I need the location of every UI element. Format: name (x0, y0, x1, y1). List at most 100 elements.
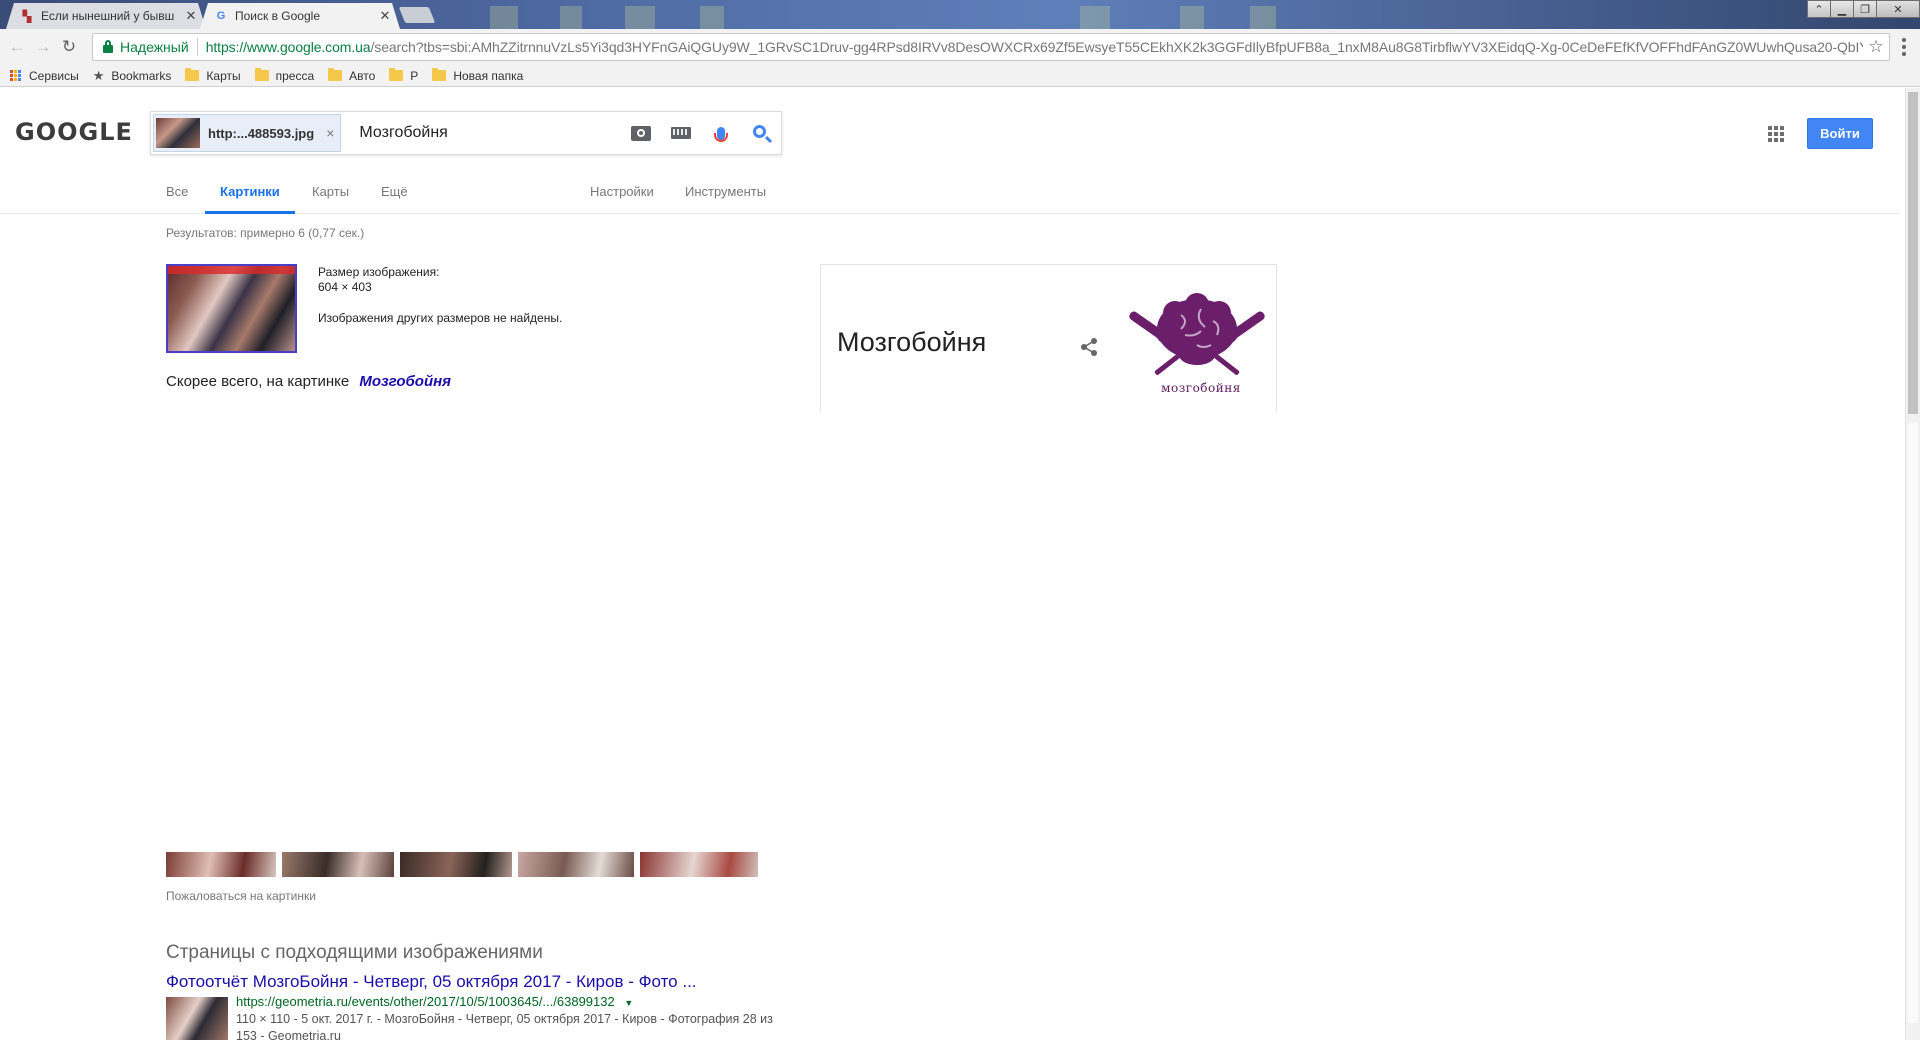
back-arrow-icon[interactable]: ← (4, 34, 30, 60)
folder-icon (254, 68, 269, 81)
bookmark-label: Bookmarks (111, 68, 172, 83)
best-guess-link[interactable]: Мозгобойня (359, 373, 451, 390)
search-image-chip[interactable]: http:...488593.jpg × (153, 114, 342, 152)
google-logo[interactable]: GOOGLE (15, 118, 133, 146)
tab-maps[interactable]: Карты (312, 174, 349, 214)
new-tab-button[interactable] (398, 7, 436, 23)
page-scrollbar[interactable] (1905, 88, 1920, 1040)
bookmark-folder[interactable]: Авто (328, 68, 376, 83)
bookmark-apps[interactable]: Сервисы (10, 69, 79, 83)
other-sizes-message: Изображения других размеров не найдены. (318, 311, 563, 325)
google-header: GOOGLE http:...488593.jpg × Мозгобойня В… (0, 88, 1900, 214)
scrollbar-thumb[interactable] (1908, 92, 1918, 414)
forward-arrow-icon[interactable]: → (30, 34, 56, 60)
result-snippet: 110 × 110 - 5 окт. 2017 г. - МозгоБойня … (236, 1012, 773, 1040)
share-icon[interactable] (1079, 337, 1099, 357)
desktop-wallpaper-detail (1250, 6, 1276, 29)
browser-tab[interactable]: ▚ Если нынешний у бывш ✕ (6, 3, 206, 29)
brand-logo-text: мозгобойня (1161, 381, 1241, 395)
tab-close-icon[interactable]: ✕ (184, 8, 198, 24)
voice-search-button[interactable] (701, 126, 741, 142)
image-info: Размер изображения: 604 × 403 Изображени… (318, 265, 562, 326)
search-tabs: Все Картинки Карты Ещё Настройки Инструм… (0, 174, 1900, 214)
window-profile-button[interactable]: ⌃ (1807, 0, 1831, 18)
folder-icon (389, 68, 404, 81)
bookmark-label: Авто (349, 68, 376, 83)
tab-tools[interactable]: Инструменты (685, 174, 766, 214)
result-thumbnail[interactable] (166, 997, 228, 1040)
window-maximize-button[interactable]: ❐ (1853, 0, 1877, 18)
bookmark-star-icon[interactable]: ☆ (1863, 37, 1889, 57)
search-box[interactable]: http:...488593.jpg × Мозгобойня (150, 111, 782, 155)
google-favicon-icon: G (216, 10, 226, 22)
browser-tab-strip: ▚ Если нынешний у бывш ✕ G Поиск в Googl… (0, 0, 1920, 29)
url-host: https://www.google.com.ua (205, 39, 371, 55)
tab-title: Если нынешний у бывш (41, 9, 175, 23)
bookmark-item[interactable]: ★ Bookmarks (93, 68, 172, 84)
tab-all[interactable]: Все (166, 174, 188, 214)
result-title-link[interactable]: Фотоотчёт МозгоБойня - Четверг, 05 октяб… (166, 972, 697, 992)
apps-icon (10, 69, 22, 82)
tab-title: Поиск в Google (235, 9, 320, 23)
knowledge-card: Мозгобойня мозгобойня (820, 264, 1277, 411)
scrollbar-track[interactable] (1908, 423, 1918, 1023)
window-minimize-button[interactable]: ▁ (1830, 0, 1854, 18)
folder-icon (432, 68, 447, 81)
image-size-label: Размер изображения: (318, 265, 440, 279)
url-text[interactable]: https://www.google.com.ua/search?tbs=sbi… (206, 39, 1863, 55)
similar-image[interactable] (400, 852, 512, 877)
brand-logo-icon[interactable] (1121, 291, 1273, 391)
url-dropdown-arrow-icon[interactable]: ▼ (624, 998, 633, 1008)
reload-icon[interactable]: ↻ (56, 34, 82, 60)
tab-more[interactable]: Ещё (381, 174, 408, 214)
image-size-value[interactable]: 604 × 403 (318, 280, 562, 295)
tab-images[interactable]: Картинки (205, 174, 295, 214)
folder-icon (185, 68, 200, 81)
bookmark-label: Новая папка (453, 68, 524, 83)
similar-image[interactable] (166, 852, 276, 877)
similar-image[interactable] (640, 852, 758, 877)
signin-button[interactable]: Войти (1807, 118, 1873, 149)
bookmark-label: Карты (206, 68, 241, 83)
browser-menu-icon[interactable] (1894, 37, 1914, 57)
desktop-wallpaper-detail (490, 6, 518, 29)
best-guess-prefix: Скорее всего, на картинке (166, 373, 350, 390)
keyboard-button[interactable] (661, 127, 701, 139)
folder-icon (328, 68, 343, 81)
tab-settings[interactable]: Настройки (590, 174, 654, 214)
microphone-icon (714, 126, 728, 142)
similar-image[interactable] (518, 852, 634, 877)
tab-close-icon[interactable]: ✕ (378, 8, 392, 24)
site-favicon-icon: ▚ (22, 10, 32, 23)
window-close-button[interactable]: ✕ (1876, 0, 1920, 18)
query-image-preview[interactable] (166, 264, 297, 353)
browser-toolbar: ← → ↻ Надежный https://www.google.com.ua… (0, 29, 1920, 65)
bookmark-folder[interactable]: пресса (254, 68, 315, 83)
desktop-wallpaper-detail (700, 6, 724, 29)
camera-search-button[interactable] (621, 125, 661, 141)
browser-tab-active[interactable]: G Поиск в Google ✕ (200, 3, 400, 29)
bookmark-folder[interactable]: Р (389, 68, 419, 83)
bookmark-folder[interactable]: Новая папка (432, 68, 524, 83)
google-apps-icon[interactable] (1768, 126, 1784, 142)
camera-icon (631, 125, 651, 141)
bookmark-label: пресса (275, 68, 315, 83)
bookmarks-bar: Сервисы ★ Bookmarks Карты пресса Авто Р … (0, 65, 1920, 87)
secure-label: Надежный (120, 39, 189, 55)
chip-close-icon[interactable]: × (326, 125, 334, 141)
address-bar[interactable]: Надежный https://www.google.com.ua/searc… (92, 33, 1890, 61)
search-input[interactable]: Мозгобойня (341, 124, 621, 142)
similar-image[interactable] (282, 852, 394, 877)
search-icon (753, 125, 766, 138)
search-button[interactable] (741, 125, 781, 138)
result-stats: Результатов: примерно 6 (0,77 сек.) (166, 226, 365, 240)
similar-images-strip (166, 852, 758, 877)
knowledge-title: Мозгобойня (837, 327, 987, 357)
bookmark-folder[interactable]: Карты (185, 68, 241, 83)
report-images-link[interactable]: Пожаловаться на картинки (166, 889, 316, 903)
url-path: /search?tbs=sbi:AMhZZitrnnuVzLs5Yi3qd3HY… (370, 39, 1864, 55)
lock-icon (102, 40, 114, 54)
star-icon: ★ (92, 67, 105, 83)
address-separator (196, 38, 198, 56)
bookmark-label: Р (410, 68, 419, 83)
